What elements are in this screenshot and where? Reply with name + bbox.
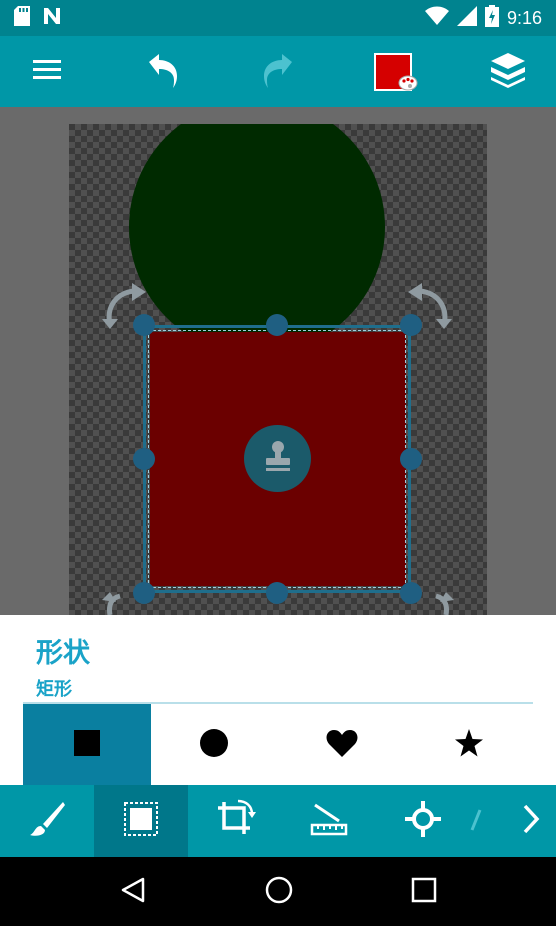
shape-option-circle[interactable]: [150, 704, 278, 785]
handle-bottom-center[interactable]: [266, 582, 288, 604]
stamp-icon: [260, 439, 296, 479]
sd-card-icon: [14, 6, 30, 30]
handle-bottom-left[interactable]: [133, 582, 155, 604]
partial-tool-icon: [470, 804, 484, 838]
layers-button[interactable]: [484, 48, 532, 96]
star-shape-icon: [454, 728, 484, 761]
app-toolbar: [0, 36, 556, 107]
heart-shape-icon: [326, 728, 358, 762]
tool-rotate-crop[interactable]: [188, 785, 282, 857]
menu-icon: [33, 58, 63, 86]
selected-shape-name: 矩形: [36, 679, 72, 700]
ruler-icon: [309, 799, 349, 843]
undo-icon: [143, 50, 183, 94]
circle-shape-icon: [199, 728, 229, 762]
status-bar: 9:16: [0, 0, 556, 36]
current-color-swatch: [374, 52, 418, 91]
workspace[interactable]: [0, 107, 556, 615]
back-button[interactable]: [119, 876, 147, 908]
chevron-right-icon: [521, 803, 541, 839]
home-button[interactable]: [264, 875, 294, 909]
shape-options: [23, 704, 533, 785]
brush-icon: [27, 799, 67, 843]
stamp-button[interactable]: [244, 425, 311, 492]
crosshair-icon: [403, 799, 443, 843]
tool-ruler[interactable]: [282, 785, 376, 857]
shape-option-heart[interactable]: [278, 704, 406, 785]
redo-icon: [258, 50, 298, 94]
recents-button[interactable]: [411, 877, 437, 907]
wifi-icon: [424, 6, 449, 30]
handle-top-center[interactable]: [266, 314, 288, 336]
handle-bottom-right[interactable]: [400, 582, 422, 604]
notification-n-icon: [42, 6, 62, 30]
status-time: 9:16: [506, 7, 542, 28]
shape-option-square[interactable]: [23, 704, 151, 785]
redo-button[interactable]: [254, 48, 302, 96]
square-shape-icon: [73, 729, 101, 761]
circle-layer[interactable]: [129, 124, 385, 355]
tool-partial[interactable]: [470, 785, 520, 857]
battery-charging-icon: [484, 5, 499, 31]
handle-middle-right[interactable]: [400, 448, 422, 470]
color-picker-button[interactable]: [369, 48, 418, 96]
navigation-bar: [0, 857, 556, 926]
rotate-bottom-right-icon[interactable]: [424, 592, 454, 615]
handle-middle-left[interactable]: [133, 448, 155, 470]
shape-panel: 形状 矩形: [0, 615, 556, 785]
rotate-top-right-icon[interactable]: [408, 283, 452, 333]
tool-position[interactable]: [376, 785, 470, 857]
rotate-bottom-left-icon[interactable]: [102, 592, 132, 615]
tool-bar: [0, 785, 556, 857]
undo-button[interactable]: [139, 48, 187, 96]
shape-option-star[interactable]: [405, 704, 533, 785]
menu-button[interactable]: [24, 48, 72, 96]
rotate-top-left-icon[interactable]: [102, 283, 146, 333]
shape-select-icon: [121, 799, 161, 843]
panel-title: 形状: [36, 638, 90, 669]
tool-brush[interactable]: [0, 785, 94, 857]
signal-icon: [456, 6, 477, 30]
palette-icon: [398, 75, 418, 95]
drawing-canvas[interactable]: [69, 124, 487, 615]
layers-icon: [489, 51, 527, 93]
more-tools-button[interactable]: [516, 785, 546, 857]
tool-shape[interactable]: [94, 785, 188, 857]
rotate-crop-icon: [214, 798, 256, 844]
